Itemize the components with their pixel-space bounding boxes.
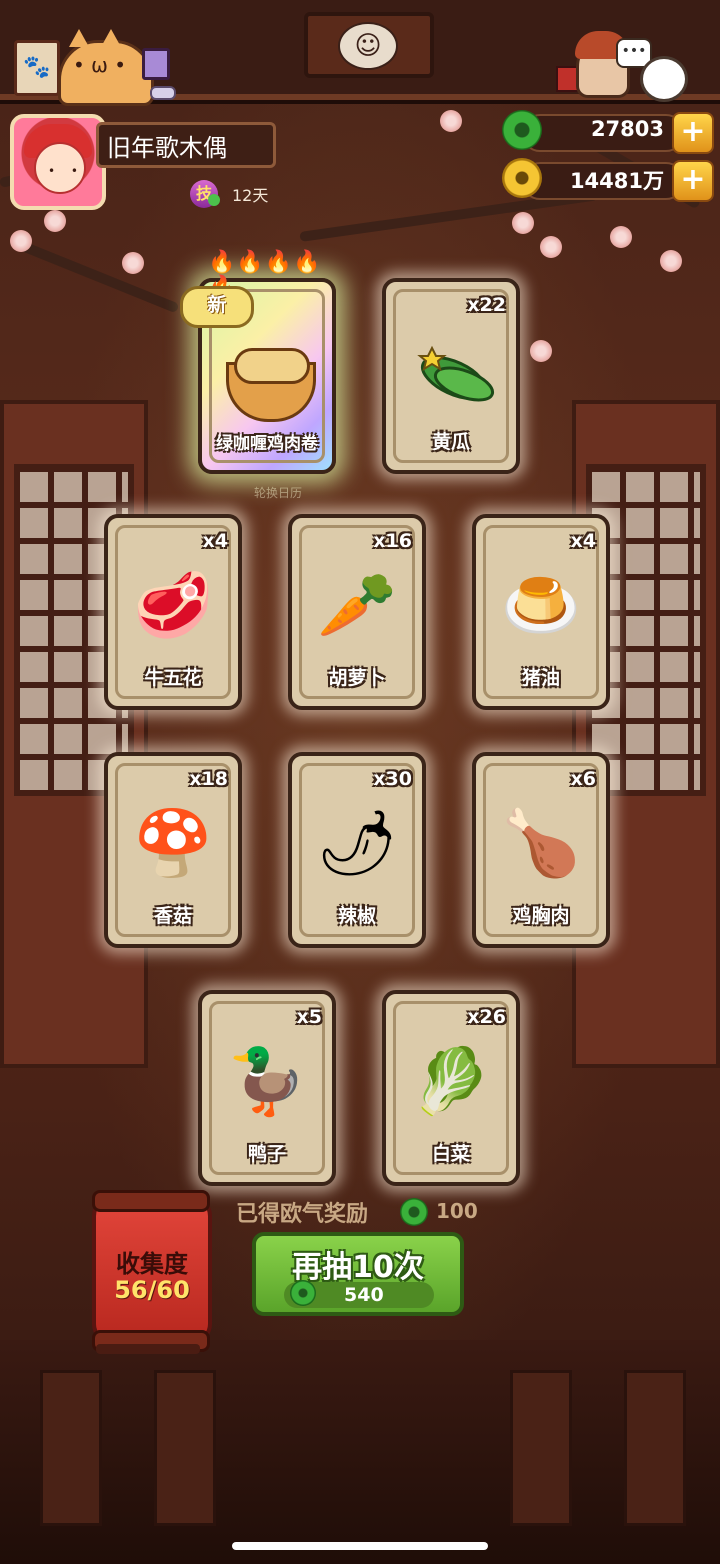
card-green-curry-chicken-roll[interactable]: 🔥🔥🔥🔥🔥 新 绿咖喱鸡肉卷 xyxy=(180,250,336,474)
chicken-breast-icon: 🍗 xyxy=(501,807,581,881)
card-count: x26 xyxy=(467,1006,506,1028)
luck-reward-text: 已得欧气奖励 xyxy=(236,1202,369,1227)
chili-icon: 🌶 xyxy=(316,807,398,881)
mushroom-icon: 🍄 xyxy=(133,807,213,881)
card-napa-cabbage[interactable]: x26 🥬 白菜 xyxy=(382,990,520,1186)
cabbage-icon: 🥬 xyxy=(411,1045,491,1119)
card-count: x6 xyxy=(570,768,596,790)
white-cat-decoration xyxy=(640,56,688,102)
jade-amount: 27803 xyxy=(590,117,664,141)
home-indicator[interactable] xyxy=(232,1542,488,1550)
jade-icon xyxy=(290,1280,316,1306)
coin-icon xyxy=(502,158,542,198)
card-label: 牛五花 xyxy=(144,667,202,689)
card-chicken-breast[interactable]: x6 🍗 鸡胸肉 xyxy=(472,752,610,948)
card-label: 香菇 xyxy=(153,905,192,927)
card-chili[interactable]: x30 🌶 辣椒 xyxy=(288,752,426,948)
add-jade-button[interactable]: + xyxy=(672,112,714,154)
luck-reward-amount: 100 xyxy=(436,1199,478,1223)
card-cucumber[interactable]: x22 黄瓜 xyxy=(382,278,520,474)
card-count: x30 xyxy=(373,768,412,790)
card-label: 猪油 xyxy=(521,667,560,689)
jade-icon xyxy=(400,1198,428,1226)
fence-post xyxy=(624,1370,686,1526)
card-label: 辣椒 xyxy=(337,905,376,927)
card-label: 鸡胸肉 xyxy=(512,905,570,927)
card-duck[interactable]: x5 🦆 鸭子 xyxy=(198,990,336,1186)
card-label: 白菜 xyxy=(431,1143,470,1165)
card-lard[interactable]: x4 🍮 猪油 xyxy=(472,514,610,710)
lantern-stand xyxy=(96,1344,200,1354)
fence-post xyxy=(154,1370,216,1526)
player-avatar[interactable]: • • xyxy=(10,114,106,210)
card-count: x16 xyxy=(373,530,412,552)
purple-book-decoration xyxy=(142,48,170,80)
card-beef-brisket[interactable]: x4 🥩 牛五花 xyxy=(104,514,242,710)
card-carrot[interactable]: x16 🥕 胡萝卜 xyxy=(288,514,426,710)
skill-badge xyxy=(208,194,220,206)
collection-lantern[interactable]: 收集度 56/60 xyxy=(92,1190,212,1352)
card-label: 胡萝卜 xyxy=(328,667,386,689)
card-label: 绿咖喱鸡肉卷 xyxy=(216,434,318,454)
collection-value: 56/60 xyxy=(114,1276,190,1304)
fence-post xyxy=(40,1370,102,1526)
duck-icon: 🦆 xyxy=(227,1045,307,1119)
card-count: x18 xyxy=(189,768,228,790)
draw-again-label: 再抽10次 xyxy=(292,1250,424,1285)
lard-icon: 🍮 xyxy=(501,569,581,643)
cucumber-icon xyxy=(417,345,495,402)
carrot-icon: 🥕 xyxy=(317,569,397,643)
right-wall-panel xyxy=(572,400,720,1068)
left-wall-panel xyxy=(0,400,148,1068)
fence-post xyxy=(510,1370,572,1526)
card-count: x4 xyxy=(570,530,596,552)
paw-frame-icon: 🐾 xyxy=(14,40,60,96)
draw-cost: 540 xyxy=(344,1284,384,1306)
tabby-cat-decoration: • ω • xyxy=(58,29,154,106)
skill-days: 12天 xyxy=(232,186,269,205)
floor xyxy=(0,1340,720,1564)
jade-icon xyxy=(502,110,542,150)
card-label: 黄瓜 xyxy=(431,431,470,453)
player-name: 旧年歌木偶 xyxy=(96,122,276,168)
coin-amount: 14481万 xyxy=(569,169,664,193)
rotating-calendar-label: 轮换日历 xyxy=(254,486,303,500)
jade-currency: 27803 + xyxy=(502,110,714,154)
card-label: 鸭子 xyxy=(247,1143,286,1165)
card-shiitake[interactable]: x18 🍄 香菇 xyxy=(104,752,242,948)
collection-title: 收集度 xyxy=(116,1250,188,1278)
card-count: x4 xyxy=(202,530,228,552)
card-count: x22 xyxy=(467,294,506,316)
plate-decoration xyxy=(150,86,176,100)
beef-icon: 🥩 xyxy=(133,569,213,643)
add-coin-button[interactable]: + xyxy=(672,160,714,202)
hanging-portrait: ☺ xyxy=(304,12,434,78)
new-badge: 新 xyxy=(180,286,254,328)
coin-currency: 14481万 + xyxy=(502,158,714,202)
draw-again-button[interactable]: 再抽10次 540 xyxy=(252,1232,464,1316)
card-count: x5 xyxy=(296,1006,322,1028)
